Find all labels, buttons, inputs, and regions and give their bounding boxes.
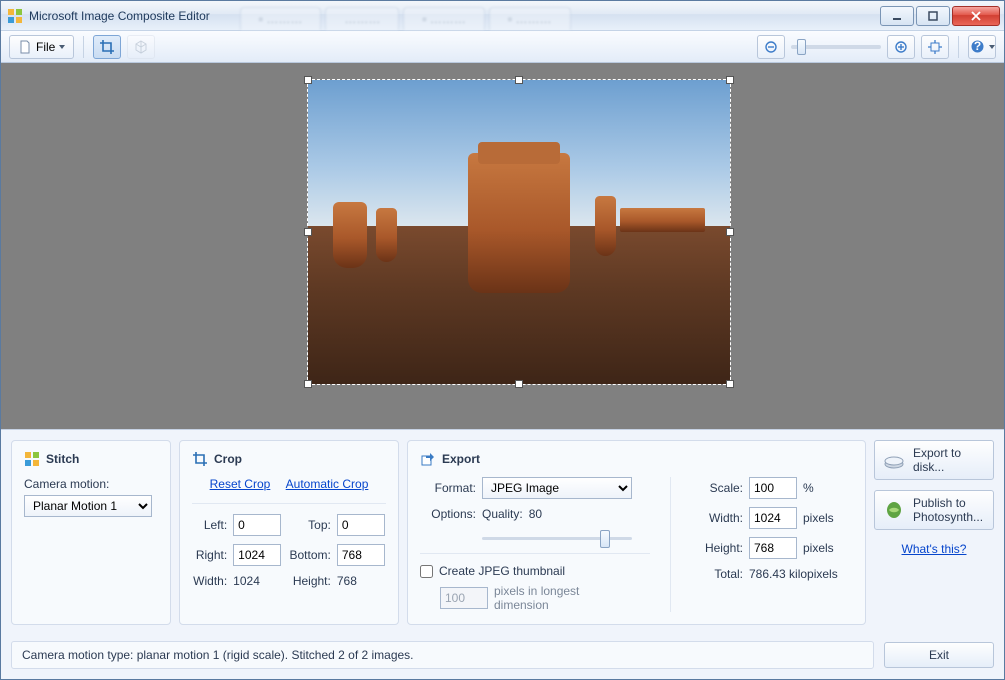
chevron-down-icon: [989, 45, 995, 49]
width-label: Width:: [192, 574, 227, 588]
document-icon: [18, 40, 32, 54]
quality-slider[interactable]: [482, 529, 632, 547]
maximize-button[interactable]: [916, 6, 950, 26]
options-label: Options:: [420, 507, 476, 521]
height-label: Height:: [288, 574, 331, 588]
minus-icon: [764, 40, 778, 54]
status-text: Camera motion type: planar motion 1 (rig…: [11, 641, 874, 669]
crop-icon: [192, 451, 208, 467]
zoom-in-button[interactable]: [887, 35, 915, 59]
camera-motion-label: Camera motion:: [24, 477, 158, 491]
export-heading: Export: [442, 452, 480, 466]
crop-handle-n[interactable]: [515, 76, 523, 84]
zoom-out-button[interactable]: [757, 35, 785, 59]
canvas-viewport[interactable]: [1, 63, 1004, 429]
publish-photosynth-button[interactable]: Publish to Photosynth...: [874, 490, 994, 530]
quality-slider-thumb[interactable]: [600, 530, 610, 548]
total-label: Total:: [687, 567, 743, 581]
right-label: Right:: [192, 548, 227, 562]
thumbnail-suffix: pixels in longest dimension: [494, 584, 604, 612]
top-label: Top:: [288, 518, 331, 532]
publish-photosynth-label: Publish to Photosynth...: [913, 496, 985, 525]
ex-height-label: Height:: [687, 541, 743, 555]
exit-button[interactable]: Exit: [884, 642, 994, 668]
export-icon: [420, 451, 436, 467]
format-label: Format:: [420, 481, 476, 495]
help-button[interactable]: ?: [968, 35, 996, 59]
scale-label: Scale:: [687, 481, 743, 495]
ex-height-input[interactable]: [749, 537, 797, 559]
automatic-crop-link[interactable]: Automatic Crop: [286, 477, 369, 491]
file-menu-button[interactable]: File: [9, 35, 74, 59]
crop-handle-nw[interactable]: [304, 76, 312, 84]
stitch-heading: Stitch: [46, 452, 79, 466]
thumbnail-size-input: [440, 587, 488, 609]
app-icon: [7, 8, 23, 24]
close-button[interactable]: [952, 6, 1000, 26]
crop-right-input[interactable]: [233, 544, 281, 566]
zoom-slider-thumb[interactable]: [797, 39, 806, 55]
app-window: Microsoft Image Composite Editor ▫ ………………: [0, 0, 1005, 680]
svg-text:?: ?: [973, 39, 980, 53]
crop-icon: [99, 39, 115, 55]
create-thumbnail-input[interactable]: [420, 565, 433, 578]
crop-handle-sw[interactable]: [304, 380, 312, 388]
panorama-preview[interactable]: [307, 79, 731, 385]
scale-input[interactable]: [749, 477, 797, 499]
ex-width-input[interactable]: [749, 507, 797, 529]
cube-tool-button[interactable]: [127, 35, 155, 59]
photosynth-icon: [883, 499, 905, 521]
plus-icon: [894, 40, 908, 54]
blurred-background-tabs: ▫ ………………▫ ………▫ ………: [240, 1, 878, 30]
crop-tool-button[interactable]: [93, 35, 121, 59]
titlebar: Microsoft Image Composite Editor ▫ ………………: [1, 1, 1004, 31]
cube-icon: [133, 39, 149, 55]
bottom-label: Bottom:: [288, 548, 331, 562]
crop-handle-ne[interactable]: [726, 76, 734, 84]
crop-height-value: 768: [337, 574, 386, 588]
crop-handle-w[interactable]: [304, 228, 312, 236]
export-to-disk-button[interactable]: Export to disk...: [874, 440, 994, 480]
crop-handle-s[interactable]: [515, 380, 523, 388]
px-unit: pixels: [803, 511, 834, 525]
toolbar: File ?: [1, 31, 1004, 63]
format-select[interactable]: JPEG Image: [482, 477, 632, 499]
crop-heading: Crop: [214, 452, 242, 466]
export-to-disk-label: Export to disk...: [913, 446, 985, 475]
stitch-icon: [24, 451, 40, 467]
create-thumbnail-label: Create JPEG thumbnail: [439, 564, 565, 578]
disk-icon: [883, 449, 905, 471]
crop-panel: Crop Reset Crop Automatic Crop Left: Top…: [179, 440, 399, 625]
help-icon: ?: [970, 39, 985, 54]
create-thumbnail-checkbox[interactable]: Create JPEG thumbnail: [420, 564, 650, 578]
bottom-bar: Camera motion type: planar motion 1 (rig…: [1, 635, 1004, 679]
ex-width-label: Width:: [687, 511, 743, 525]
left-label: Left:: [192, 518, 227, 532]
crop-handle-se[interactable]: [726, 380, 734, 388]
crop-bottom-input[interactable]: [337, 544, 385, 566]
px-unit2: pixels: [803, 541, 834, 555]
camera-motion-select[interactable]: Planar Motion 1: [24, 495, 152, 517]
window-title: Microsoft Image Composite Editor: [29, 9, 210, 23]
quality-label: Quality:: [482, 507, 523, 521]
quality-value: 80: [529, 507, 542, 521]
crop-top-input[interactable]: [337, 514, 385, 536]
scale-unit: %: [803, 481, 814, 495]
chevron-down-icon: [59, 45, 65, 49]
fit-screen-icon: [927, 39, 943, 55]
minimize-button[interactable]: [880, 6, 914, 26]
reset-crop-link[interactable]: Reset Crop: [210, 477, 271, 491]
fit-screen-button[interactable]: [921, 35, 949, 59]
export-panel: Export Format: JPEG Image Options: Quali…: [407, 440, 866, 625]
crop-left-input[interactable]: [233, 514, 281, 536]
right-column: Export to disk... Publish to Photosynth.…: [874, 440, 994, 625]
stitch-panel: Stitch Camera motion: Planar Motion 1: [11, 440, 171, 625]
crop-width-value: 1024: [233, 574, 282, 588]
panel-row: Stitch Camera motion: Planar Motion 1 Cr…: [1, 429, 1004, 635]
file-label: File: [36, 40, 55, 54]
zoom-slider[interactable]: [791, 45, 881, 49]
crop-handle-e[interactable]: [726, 228, 734, 236]
total-value: 786.43 kilopixels: [749, 567, 838, 581]
whats-this-link[interactable]: What's this?: [902, 542, 967, 556]
